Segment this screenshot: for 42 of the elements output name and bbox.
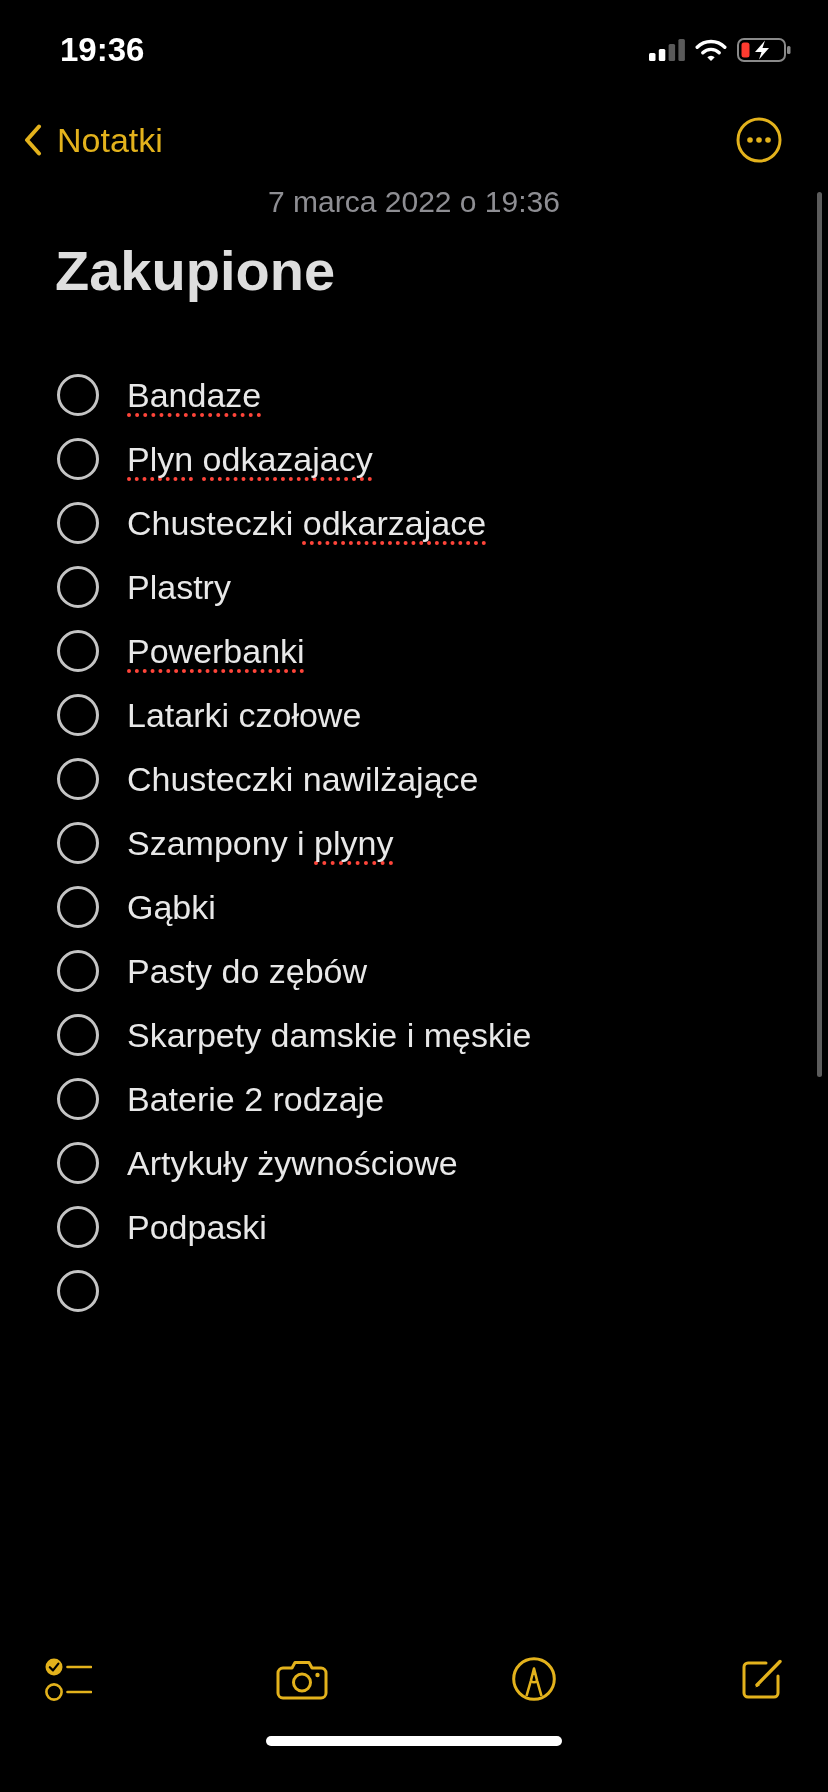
checklist-item-text: Plastry bbox=[127, 567, 231, 608]
back-button[interactable]: Notatki bbox=[24, 120, 163, 160]
signal-icon bbox=[649, 39, 685, 61]
checkbox[interactable] bbox=[57, 374, 99, 416]
battery-charging-icon bbox=[737, 38, 791, 62]
checklist-item-text: Plyn odkazajacy bbox=[127, 439, 373, 480]
chevron-left-icon bbox=[24, 124, 42, 156]
note-date: 7 marca 2022 o 19:36 bbox=[268, 184, 560, 220]
checkbox[interactable] bbox=[57, 822, 99, 864]
checklist-item-text: Baterie 2 rodzaje bbox=[127, 1079, 385, 1120]
checkbox[interactable] bbox=[57, 694, 99, 736]
status-time: 19:36 bbox=[60, 30, 145, 70]
checkbox[interactable] bbox=[57, 1014, 99, 1056]
more-icon[interactable] bbox=[736, 117, 782, 163]
checklist-item-text: Skarpety damskie i męskie bbox=[127, 1015, 532, 1056]
checklist-item-text: Pasty do zębów bbox=[127, 951, 368, 992]
checkbox[interactable] bbox=[57, 438, 99, 480]
checklist-item-text: Bandaze bbox=[127, 375, 262, 416]
checklist-item-text: Szampony i plyny bbox=[127, 823, 394, 864]
checklist-item-text: Chusteczki nawilżające bbox=[127, 759, 479, 800]
checkbox[interactable] bbox=[57, 950, 99, 992]
checklist-item-text: Artykuły żywnościowe bbox=[127, 1143, 458, 1184]
checkbox[interactable] bbox=[57, 630, 99, 672]
checkbox[interactable] bbox=[57, 758, 99, 800]
compose-icon[interactable] bbox=[740, 1657, 784, 1701]
checklist-icon[interactable] bbox=[45, 1657, 92, 1701]
checkbox[interactable] bbox=[57, 1078, 99, 1120]
checklist-item-text: Chusteczki odkarzajace bbox=[127, 503, 487, 544]
checkbox[interactable] bbox=[57, 1206, 99, 1248]
checkbox[interactable] bbox=[57, 502, 99, 544]
checkbox[interactable] bbox=[57, 886, 99, 928]
checklist-item-text: Powerbanki bbox=[127, 631, 305, 672]
checkbox[interactable] bbox=[57, 566, 99, 608]
checkbox[interactable] bbox=[57, 1270, 99, 1312]
checklist-item-text: Gąbki bbox=[127, 887, 216, 928]
checkbox[interactable] bbox=[57, 1142, 99, 1184]
checklist-item-text: Latarki czołowe bbox=[127, 695, 362, 736]
checklist-item-text: Podpaski bbox=[127, 1207, 267, 1248]
note-title: Zakupione bbox=[55, 239, 336, 303]
pen-tip-circle-icon[interactable] bbox=[512, 1657, 556, 1701]
wifi-icon bbox=[695, 38, 727, 62]
camera-icon[interactable] bbox=[276, 1658, 328, 1700]
